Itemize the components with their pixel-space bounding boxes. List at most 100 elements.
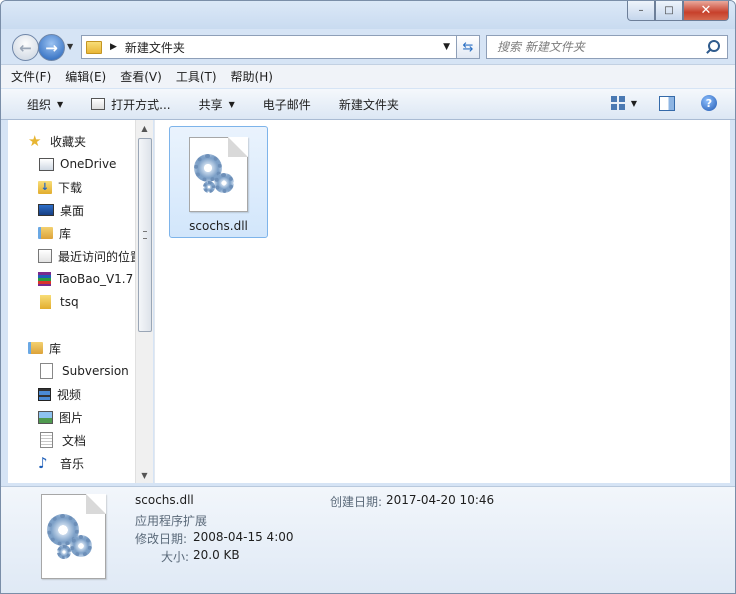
breadcrumb-current-folder[interactable]: 新建文件夹 [125, 39, 185, 56]
nav-lib-documents[interactable]: 文档 [38, 430, 86, 450]
caption-buttons: – □ ✕ [627, 1, 729, 21]
address-bar[interactable]: ▶ 新建文件夹 ▼ [81, 35, 457, 59]
organize-label: 组织 [27, 97, 52, 112]
picture-icon [38, 410, 53, 424]
close-button[interactable]: ✕ [683, 1, 729, 21]
maximize-button[interactable]: □ [655, 1, 683, 21]
menu-file[interactable]: 文件(F) [11, 68, 51, 85]
scrollbar-thumb[interactable] [138, 138, 152, 332]
nav-item-label: 下载 [58, 180, 83, 195]
back-button[interactable]: ← [12, 34, 39, 61]
chevron-down-icon: ▼ [228, 99, 235, 109]
organize-button[interactable]: 组织 ▼ [27, 96, 63, 113]
nav-item-libraries-shortcut[interactable]: 库 [38, 223, 71, 243]
nav-item-taobao[interactable]: TaoBao_V1.7 [38, 269, 133, 289]
menu-help[interactable]: 帮助(H) [231, 68, 273, 85]
open-with-label: 打开方式... [111, 97, 171, 112]
nav-item-downloads[interactable]: ↓ 下载 [38, 177, 82, 197]
view-options-dropdown-icon[interactable]: ▼ [631, 99, 637, 108]
breadcrumb-separator-icon[interactable]: ▶ [110, 42, 117, 52]
library-icon [38, 227, 53, 239]
menu-tools[interactable]: 工具(T) [176, 68, 217, 85]
scroll-up-icon[interactable]: ▲ [136, 120, 153, 136]
nav-item-recent-places[interactable]: 最近访问的位置 [38, 246, 142, 266]
open-with-button[interactable]: 打开方式... [91, 96, 171, 113]
details-modified-label: 修改日期: [135, 532, 188, 546]
file-item[interactable]: scochs.dll [169, 126, 268, 238]
explorer-window: – □ ✕ ← → ▼ ▶ 新建文件夹 ▼ ⇆ 文件(F) 编辑(E) 查看(V [0, 0, 736, 594]
library-icon [28, 342, 43, 354]
search-icon[interactable] [706, 39, 722, 55]
search-box[interactable] [486, 35, 728, 59]
view-controls: ▼ ? [610, 95, 717, 111]
details-size-label: 大小: [161, 550, 190, 564]
details-file-type: 应用程序扩展 [135, 514, 208, 528]
details-size-value: 20.0 KB [193, 548, 240, 562]
change-view-icon[interactable] [610, 96, 625, 110]
menu-view[interactable]: 查看(V) [120, 68, 162, 85]
nav-item-label: 最近访问的位置 [58, 249, 143, 264]
menu-edit[interactable]: 编辑(E) [65, 68, 106, 85]
nav-item-label: tsq [60, 295, 79, 309]
onedrive-icon [39, 157, 54, 171]
details-created-value: 2017-04-20 10:46 [386, 493, 495, 507]
nav-item-label: 库 [59, 226, 72, 241]
forward-arrow-icon: → [45, 38, 58, 57]
title-bar: – □ ✕ [1, 1, 735, 29]
music-note-icon: ♪ [38, 454, 48, 472]
nav-favorites-label: 收藏夹 [50, 134, 87, 149]
address-row: ← → ▼ ▶ 新建文件夹 ▼ ⇆ [1, 31, 735, 63]
search-input[interactable] [495, 39, 706, 55]
share-button[interactable]: 共享 ▼ [199, 96, 235, 113]
nav-lib-subversion[interactable]: Subversion [38, 361, 129, 381]
nav-lib-music[interactable]: ♪ 音乐 [38, 453, 84, 473]
minimize-button[interactable]: – [627, 1, 655, 21]
nav-lib-videos[interactable]: 视频 [38, 384, 81, 404]
nav-item-label: 桌面 [60, 203, 85, 218]
desktop-icon [38, 204, 54, 216]
nav-item-label: TaoBao_V1.7 [57, 272, 134, 286]
recent-pages-dropdown-icon[interactable]: ▼ [67, 42, 73, 51]
nav-libraries[interactable]: 库 [28, 338, 61, 358]
nav-item-label: 音乐 [60, 456, 85, 471]
refresh-button[interactable]: ⇆ [456, 35, 480, 59]
chevron-down-icon: ▼ [57, 99, 64, 109]
nav-lib-pictures[interactable]: 图片 [38, 407, 83, 427]
back-arrow-icon: ← [19, 38, 32, 57]
nav-item-onedrive[interactable]: OneDrive [38, 154, 116, 174]
nav-item-label: Subversion [62, 364, 129, 378]
details-file-name: scochs.dll [135, 493, 194, 507]
nav-libraries-label: 库 [49, 341, 62, 356]
email-button[interactable]: 电子邮件 [263, 96, 311, 113]
menu-bar: 文件(F) 编辑(E) 查看(V) 工具(T) 帮助(H) [1, 64, 735, 88]
nav-favorites[interactable]: ★ 收藏夹 [28, 131, 86, 151]
archive-icon [38, 272, 51, 286]
nav-item-label: 视频 [57, 387, 82, 402]
folder-icon [86, 40, 102, 54]
new-folder-label: 新建文件夹 [338, 97, 399, 112]
nav-item-desktop[interactable]: 桌面 [38, 200, 84, 220]
details-modified-value: 2008-04-15 4:00 [193, 530, 294, 544]
address-history-dropdown-icon[interactable]: ▼ [443, 42, 450, 52]
document-icon [40, 432, 53, 448]
nav-item-label: OneDrive [60, 157, 117, 171]
help-icon[interactable]: ? [701, 95, 717, 111]
folder-icon [40, 295, 51, 309]
nav-item-tsq[interactable]: tsq [38, 292, 79, 312]
navigation-scrollbar[interactable]: ▲ ▼ [135, 120, 153, 483]
star-icon: ★ [28, 132, 42, 150]
video-icon [38, 387, 51, 401]
scroll-down-icon[interactable]: ▼ [136, 467, 153, 483]
nav-item-label: 图片 [59, 410, 84, 425]
dll-gear-icon [189, 137, 248, 212]
refresh-icon: ⇆ [462, 39, 474, 55]
dll-gear-icon [41, 494, 106, 579]
new-folder-button[interactable]: 新建文件夹 [339, 96, 399, 113]
command-bar: 组织 ▼ 打开方式... 共享 ▼ 电子邮件 新建文件夹 ▼ ? [1, 89, 735, 120]
recent-places-icon [38, 249, 52, 263]
file-list-pane: scochs.dll [154, 120, 730, 483]
details-created-label: 创建日期: [330, 495, 383, 509]
file-name-label: scochs.dll [189, 219, 248, 233]
forward-button[interactable]: → [38, 34, 65, 61]
preview-pane-icon[interactable] [659, 95, 675, 111]
